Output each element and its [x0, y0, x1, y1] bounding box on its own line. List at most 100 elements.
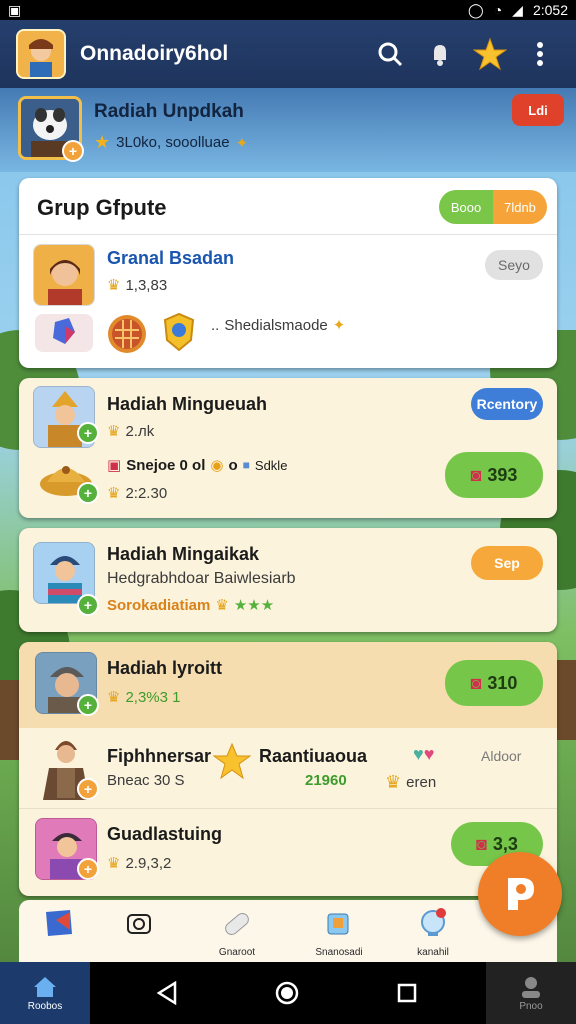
coin-icon: ◉	[210, 457, 224, 474]
mug-icon	[322, 906, 356, 945]
photo-icon: ▣	[8, 1, 22, 18]
reward-title-3[interactable]: Hadiah lyroitt	[107, 658, 222, 679]
pie-icon[interactable]	[105, 312, 149, 356]
tab-camera[interactable]	[99, 906, 179, 960]
crown-icon: ♛	[107, 485, 121, 502]
detail-subtitle: Bneac 30 S	[107, 772, 185, 789]
crown-icon: ♛	[107, 855, 121, 872]
member-stat: ♛ 1,3,83	[107, 276, 168, 295]
shield-icon[interactable]	[157, 310, 201, 354]
detail-title[interactable]: Fiphhnersar	[107, 746, 211, 767]
reward-sub-title: ▣ Snejoe 0 ol ◉ o ■ Sdkle	[107, 456, 288, 475]
member-avatar[interactable]	[33, 244, 95, 306]
crown-icon: ♛	[385, 772, 402, 792]
plus-badge: +	[77, 482, 99, 504]
app-logo[interactable]	[16, 29, 66, 79]
detail-label: Raantiuaoua	[259, 746, 368, 766]
bottom-tab-bar: Gnaroot Snanosadi kanahil	[19, 900, 557, 962]
reward-card-1: + Hadiah Mingueuah ♛ 2.лk Rcentory + ▣ S…	[19, 378, 557, 518]
profile-stat: ★ 3L0ko, sooolluae ✦	[94, 132, 249, 152]
status-time: 2:052	[532, 2, 568, 18]
toggle-off-option[interactable]: 7ldnb	[493, 190, 547, 224]
group-card-header: Grup Gfpute Booo 7ldnb	[19, 178, 557, 235]
gift-icon: ◙	[476, 833, 487, 854]
gift-icon: ◙	[470, 672, 482, 693]
crown-icon: ♛	[107, 423, 121, 440]
profile-strip: + Radiah Unpdkah ★ 3L0ko, sooolluae ✦ Ld…	[0, 88, 576, 172]
profile-name: Radiah Unpdkah	[94, 101, 244, 122]
group-toggle[interactable]: Booo 7ldnb	[439, 190, 547, 224]
tab-book[interactable]	[19, 906, 99, 960]
floating-action-button[interactable]	[478, 852, 562, 936]
crown-icon: ♛	[215, 597, 229, 614]
book-icon	[42, 906, 76, 945]
plus-badge: +	[77, 694, 99, 716]
signal-icon: ◢	[512, 1, 523, 18]
nav-home[interactable]: Roobos	[0, 962, 90, 1024]
reward-stat-2: Sorokadiatiam ♛ ★★★	[107, 596, 275, 615]
profile-icon	[522, 976, 540, 998]
reward-action-button-2[interactable]: Sep	[471, 546, 543, 580]
recents-icon[interactable]	[392, 978, 422, 1008]
member-name[interactable]: Granal Bsadan	[107, 248, 234, 269]
search-icon[interactable]	[370, 34, 410, 74]
level-badge: +	[62, 140, 84, 162]
reward-claim-button-1[interactable]: ◙ 393	[445, 452, 543, 498]
badge-icon: ■	[242, 458, 250, 472]
reward-stat-3: ♛ 2,3%3 1	[107, 688, 181, 707]
status-bar: ▣ ◯ ◔ ◢ 2:052	[0, 0, 576, 20]
reward-action-button-1[interactable]: Rcentory	[471, 388, 543, 420]
divider	[19, 808, 557, 809]
more-menu-icon[interactable]	[520, 34, 560, 74]
home-icon	[34, 976, 56, 997]
reward-stat-1: ♛ 2.лk	[107, 422, 155, 441]
gift-icon: ◙	[470, 464, 482, 485]
plus-badge: +	[77, 778, 99, 800]
reward-sub-stat: ♛ 2:2.30	[107, 484, 168, 503]
star-icon[interactable]	[470, 34, 510, 74]
detail-value: 21960	[305, 772, 347, 789]
group-note: .. Shedialsmaode ✦	[211, 316, 346, 335]
system-nav-bar: Roobos Pnoo	[0, 962, 576, 1024]
reward-title-2[interactable]: Hadiah Mingaikak	[107, 544, 259, 565]
reward-card-3: + Hadiah lyroitt ♛ 2,3%3 1 ◙ 310 + Fiphh…	[19, 642, 557, 896]
plus-badge: +	[77, 422, 99, 444]
orb-icon	[416, 906, 450, 945]
wifi-icon: ◔	[493, 2, 503, 18]
last-title[interactable]: Guadlastuing	[107, 824, 222, 845]
flame-icon: ✦	[332, 317, 346, 334]
bandage-icon	[220, 906, 254, 945]
hearts-icon: ♥♥	[413, 744, 435, 764]
home-circle-icon[interactable]	[272, 978, 302, 1008]
camera-icon	[122, 906, 156, 945]
play-p-icon	[508, 878, 534, 910]
detail-note: Aldoor	[481, 748, 522, 764]
nav-profile[interactable]: Pnoo	[486, 962, 576, 1024]
back-icon[interactable]	[152, 978, 182, 1008]
tab-bandage[interactable]: Gnaroot	[197, 906, 277, 960]
gem-tile[interactable]	[35, 314, 93, 352]
star-icon	[212, 742, 252, 780]
plus-badge: +	[77, 594, 99, 616]
group-title: Grup Gfpute	[37, 195, 167, 220]
notification-badge[interactable]: Ldi	[512, 94, 564, 126]
detail-note-sub: ♛ eren	[385, 772, 437, 792]
reward-desc-2: Hedgrabhdoar Baiwlesiarb	[107, 570, 296, 587]
crown-icon: ♛	[107, 277, 121, 294]
alarm-icon: ◯	[468, 1, 484, 18]
stars-icon: ★★★	[233, 597, 275, 614]
crown-icon: ♛	[107, 689, 121, 706]
bell-icon[interactable]	[420, 34, 460, 74]
tab-mug[interactable]: Snanosadi	[299, 906, 379, 960]
tab-orb[interactable]: kanahil	[393, 906, 473, 960]
app-title: Onnadoiry6hol	[80, 42, 229, 65]
reward-title-1[interactable]: Hadiah Mingueuah	[107, 394, 267, 415]
toggle-on-option[interactable]: Booo	[439, 190, 493, 224]
reward-claim-button-3[interactable]: ◙ 310	[445, 660, 543, 706]
member-action-button[interactable]: Seyo	[485, 250, 543, 280]
reward-card-2: + Hadiah Mingaikak Hedgrabhdoar Baiwlesi…	[19, 528, 557, 632]
flame-icon: ✦	[235, 134, 249, 152]
star-icon: ★	[94, 132, 111, 152]
app-header: Onnadoiry6hol	[0, 20, 576, 88]
group-card: Grup Gfpute Booo 7ldnb Granal Bsadan ♛ 1…	[19, 178, 557, 368]
